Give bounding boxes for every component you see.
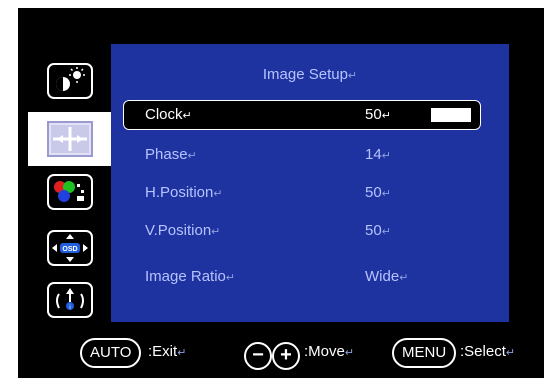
return-mark: ↵: [347, 70, 358, 82]
row-label-image-ratio[interactable]: Image Ratio↵: [145, 268, 235, 285]
svg-text:OSD: OSD: [62, 246, 77, 253]
row-value-image-ratio: Wide↵: [365, 268, 409, 285]
row-value-phase: 14↵: [365, 146, 391, 163]
brightness-contrast-icon[interactable]: [47, 63, 93, 99]
svg-text:i: i: [69, 305, 70, 311]
clock-slider[interactable]: [390, 107, 472, 123]
color-setting-icon[interactable]: [47, 174, 93, 210]
row-label-v-position[interactable]: V.Position↵: [145, 222, 220, 239]
row-label-h-position[interactable]: H.Position↵: [145, 184, 223, 201]
row-value: 50↵: [365, 106, 391, 123]
row-clock[interactable]: Clock↵ 50↵: [123, 100, 481, 130]
reset-icon[interactable]: i: [47, 282, 93, 318]
footer-hints: AUTO :Exit↵ − + :Move↵ MENU :Select↵: [0, 336, 548, 376]
exit-hint: :Exit↵: [148, 343, 187, 360]
panel-title: Image Setup↵: [262, 66, 358, 83]
menu-button[interactable]: MENU: [392, 338, 457, 368]
osd-position-icon[interactable]: OSD: [47, 230, 93, 266]
image-setup-panel: Image Setup↵ Clock↵ 50↵ Phase↵ 14↵ H.Pos…: [111, 44, 509, 322]
minus-button[interactable]: −: [244, 342, 272, 370]
move-hint: :Move↵: [304, 343, 355, 360]
clock-slider-fill: [391, 108, 431, 122]
select-hint: :Select↵: [460, 343, 516, 360]
row-label: Clock↵: [145, 106, 192, 123]
auto-button[interactable]: AUTO: [80, 338, 142, 368]
row-value-v-position: 50↵: [365, 222, 391, 239]
row-label-phase[interactable]: Phase↵: [145, 146, 197, 163]
plus-button[interactable]: +: [272, 342, 300, 370]
image-setup-icon[interactable]: [47, 121, 93, 157]
row-value-h-position: 50↵: [365, 184, 391, 201]
